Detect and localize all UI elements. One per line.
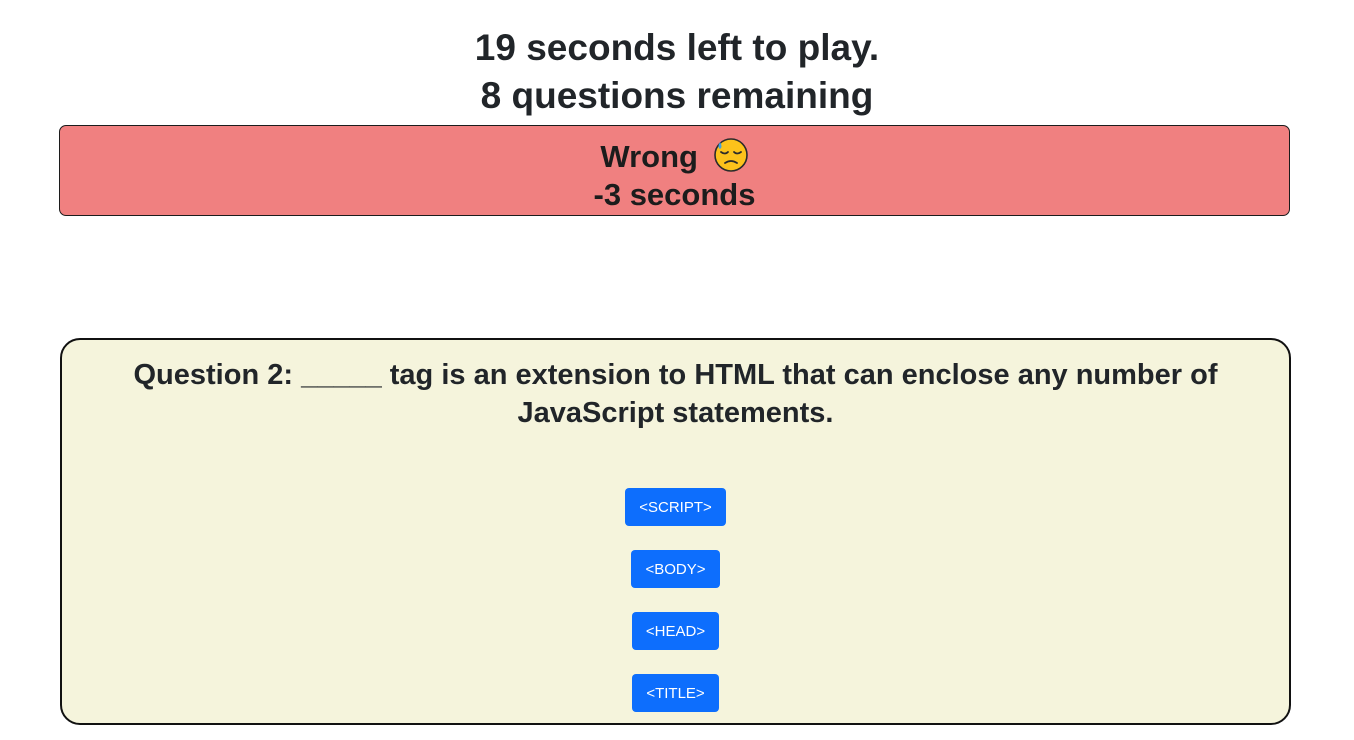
time-penalty-text: -3 seconds <box>593 177 756 212</box>
answer-feedback-banner: Wrong -3 seconds <box>59 125 1290 216</box>
answer-button-body[interactable]: <BODY> <box>631 550 720 588</box>
feedback-result-text: Wrong <box>600 139 698 174</box>
quiz-page: 19 seconds left to play. 8 questions rem… <box>0 0 1354 740</box>
question-text: Question 2: _____ tag is an extension to… <box>133 359 1218 429</box>
downcast-face-with-sweat-emoji-icon <box>713 138 748 172</box>
answer-button-head[interactable]: <HEAD> <box>631 612 720 650</box>
game-status: 19 seconds left to play. 8 questions rem… <box>0 24 1354 120</box>
answer-options: <SCRIPT> <BODY> <HEAD> <TITLE> <box>62 488 1289 736</box>
questions-remaining-text: 8 questions remaining <box>480 75 874 116</box>
answer-button-title[interactable]: <TITLE> <box>632 674 719 712</box>
answer-button-script[interactable]: <SCRIPT> <box>625 488 726 526</box>
question-card: Question 2: _____ tag is an extension to… <box>60 338 1291 725</box>
time-left-text: 19 seconds left to play. <box>474 27 880 68</box>
